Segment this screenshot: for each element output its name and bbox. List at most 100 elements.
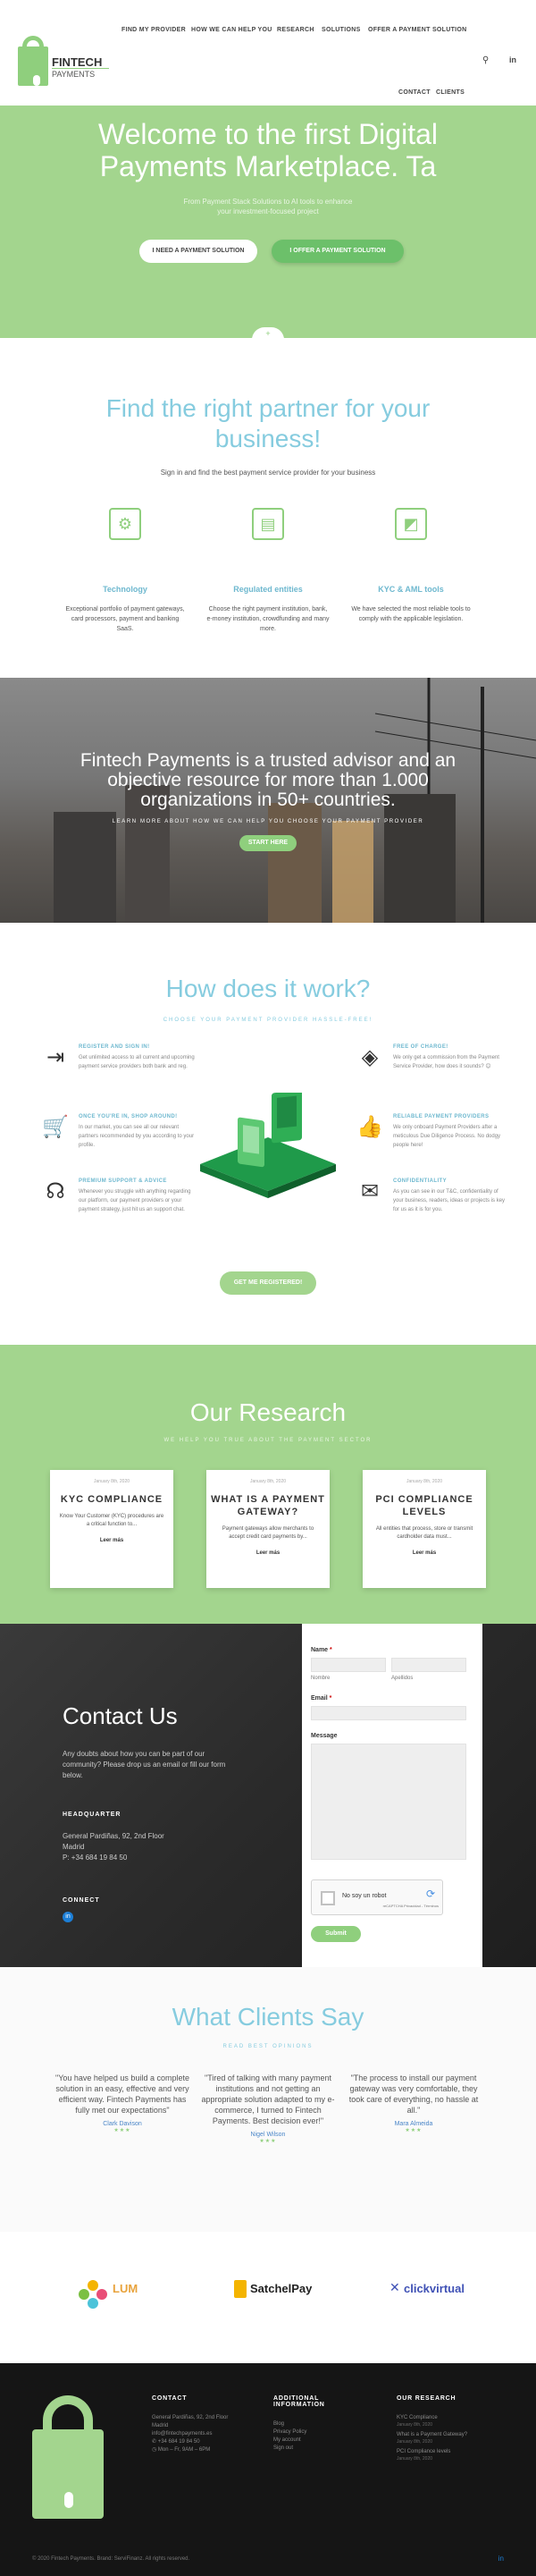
footer-research-link[interactable]: What is a Payment Gateway? bbox=[397, 2431, 495, 2439]
recaptcha-icon: ⟳ bbox=[425, 1888, 435, 1900]
card-title[interactable]: PCI COMPLIANCE LEVELS bbox=[363, 1493, 486, 1518]
kyc-aml-icon: ◩ bbox=[395, 508, 427, 540]
footer-link-blog[interactable]: Blog bbox=[273, 2420, 372, 2428]
read-more-link[interactable]: Leer más bbox=[363, 1550, 486, 1556]
rating-stars: ★★★ bbox=[405, 2128, 423, 2133]
email-label: Email * bbox=[311, 1695, 332, 1702]
recaptcha-brand: reCAPTCHA Privacidad - Términos bbox=[382, 1904, 439, 1908]
card-date: January 8th, 2020 bbox=[93, 1479, 130, 1484]
step-title: ONCE YOU'RE IN, SHOP AROUND! bbox=[79, 1114, 178, 1119]
first-name-input[interactable] bbox=[311, 1658, 386, 1672]
recaptcha-widget: No soy un robot ⟳ reCAPTCHA Privacidad -… bbox=[311, 1879, 443, 1915]
research-card-gateway[interactable]: January 8th, 2020 WHAT IS A PAYMENT GATE… bbox=[206, 1470, 330, 1588]
offer-payment-solution-button[interactable]: I OFFER A PAYMENT SOLUTION bbox=[272, 240, 404, 263]
step-title: REGISTER AND SIGN IN! bbox=[79, 1044, 150, 1050]
feature-title: KYC & AML tools bbox=[378, 585, 444, 594]
free-tag-icon: ◈ bbox=[361, 1045, 379, 1069]
footer-link-privacy[interactable]: Privacy Policy bbox=[273, 2428, 372, 2437]
research-subtitle: WE HELP YOU TRUE ABOUT THE PAYMENT SECTO… bbox=[163, 1438, 373, 1443]
feature-text: Exceptional portfolio of payment gateway… bbox=[65, 606, 185, 632]
testimonial-author: Nigel Wilson bbox=[250, 2132, 286, 2138]
nav-offer-solution[interactable]: OFFER A PAYMENT SOLUTION bbox=[368, 27, 467, 33]
contact-title: Contact Us bbox=[63, 1702, 178, 1729]
nav-how-we-help[interactable]: HOW WE CAN HELP YOU bbox=[191, 27, 272, 33]
regulated-entities-icon: ▤ bbox=[252, 508, 284, 540]
feature-regulated: ▤ Regulated entities Choose the right pa… bbox=[205, 508, 331, 634]
how-title: How does it work? bbox=[165, 975, 371, 1002]
connect-label: CONNECT bbox=[63, 1897, 100, 1904]
footer-heading: ADDITIONAL INFORMATION bbox=[273, 2395, 325, 2408]
last-name-input[interactable] bbox=[391, 1658, 466, 1672]
step-title: FREE OF CHARGE! bbox=[393, 1044, 448, 1050]
copyright: © 2020 Fintech Payments. Brand: ServiFin… bbox=[32, 2556, 190, 2562]
nav-solutions[interactable]: SOLUTIONS bbox=[322, 27, 361, 33]
rating-stars: ★★★ bbox=[113, 2128, 131, 2133]
footer-linkedin-icon[interactable]: in bbox=[498, 2555, 504, 2563]
research-card-pci[interactable]: January 8th, 2020 PCI COMPLIANCE LEVELS … bbox=[363, 1470, 486, 1588]
footer-address: General Pardiñas, 92, 2nd Floor bbox=[152, 2415, 229, 2420]
search-icon[interactable]: ⚲ bbox=[482, 55, 489, 65]
footer-research-link[interactable]: PCI Compliance levels bbox=[397, 2448, 495, 2456]
recaptcha-checkbox[interactable] bbox=[321, 1891, 335, 1905]
partner-logo-lum: LUM bbox=[113, 2282, 138, 2295]
feature-title: Technology bbox=[103, 585, 147, 594]
name-label: Name * bbox=[311, 1647, 332, 1653]
card-excerpt: Know Your Customer (KYC) procedures are … bbox=[59, 1514, 164, 1527]
testimonial: "The process to install our payment gate… bbox=[347, 2073, 481, 2133]
testimonial: "Tired of talking with many payment inst… bbox=[201, 2073, 335, 2144]
nav-research[interactable]: RESEARCH bbox=[277, 27, 314, 33]
testimonial-text: "You have helped us build a complete sol… bbox=[55, 2073, 189, 2115]
logo[interactable]: FINTECH PAYMENTS bbox=[14, 36, 129, 89]
footer-research: OUR RESEARCH KYC Compliance January 8th,… bbox=[397, 2395, 495, 2465]
scroll-down-icon[interactable]: + bbox=[252, 327, 284, 340]
footer-info: ADDITIONAL INFORMATION Blog Privacy Poli… bbox=[273, 2395, 372, 2453]
linkedin-icon[interactable]: in bbox=[509, 55, 516, 64]
step-title: RELIABLE PAYMENT PROVIDERS bbox=[393, 1114, 490, 1119]
address-line: General Pardiñas, 92, 2nd Floor bbox=[63, 1832, 164, 1840]
site-header: FINTECH PAYMENTS FIND MY PROVIDER HOW WE… bbox=[0, 0, 536, 106]
login-icon: ⇥ bbox=[46, 1045, 65, 1069]
footer-contact: CONTACT General Pardiñas, 92, 2nd Floor … bbox=[152, 2395, 250, 2454]
footer-email[interactable]: info@fintechpayments.es bbox=[152, 2430, 250, 2438]
feature-title: Regulated entities bbox=[233, 585, 303, 594]
contact-form: Name * Nombre Apellidos Email * Message … bbox=[302, 1624, 482, 1967]
footer-phone: ✆ +34 684 19 84 50 bbox=[152, 2439, 200, 2445]
read-more-link[interactable]: Leer más bbox=[206, 1550, 330, 1556]
footer-link-signout[interactable]: Sign out bbox=[273, 2445, 372, 2453]
need-payment-solution-button[interactable]: I NEED A PAYMENT SOLUTION bbox=[139, 240, 257, 263]
clients-title: What Clients Say bbox=[172, 2003, 364, 2031]
card-title[interactable]: WHAT IS A PAYMENT GATEWAY? bbox=[206, 1493, 330, 1518]
hero-subtitle: From Payment Stack Solutions to AI tools… bbox=[183, 198, 353, 215]
rating-stars: ★★★ bbox=[259, 2139, 277, 2144]
footer-city: Madrid bbox=[152, 2423, 169, 2428]
partner-title: Find the right partner for your business… bbox=[105, 394, 431, 452]
thumbs-up-icon: 👍 bbox=[356, 1115, 383, 1139]
nav-find-provider[interactable]: FIND MY PROVIDER bbox=[121, 27, 186, 33]
card-title[interactable]: KYC COMPLIANCE bbox=[50, 1493, 173, 1506]
nav-clients[interactable]: CLIENTS bbox=[436, 89, 465, 96]
footer-link-account[interactable]: My account bbox=[273, 2437, 372, 2445]
submit-button[interactable]: Submit bbox=[311, 1926, 361, 1942]
footer-lock-icon bbox=[32, 2395, 104, 2519]
linkedin-icon[interactable]: in bbox=[63, 1912, 73, 1922]
step-text: Whenever you struggle with anything rega… bbox=[79, 1189, 191, 1212]
logo-divider bbox=[52, 68, 109, 69]
testimonial-author: Clark Davison bbox=[103, 2121, 142, 2127]
step-confidentiality: ✉ CONFIDENTIALITY As you can see in our … bbox=[361, 1178, 509, 1214]
start-here-button[interactable]: START HERE bbox=[239, 835, 297, 851]
footer-research-date: January 8th, 2020 bbox=[397, 2456, 433, 2462]
testimonial-author: Mara Almeida bbox=[394, 2121, 433, 2127]
get-registered-button[interactable]: GET ME REGISTERED! bbox=[220, 1271, 316, 1295]
trusted-title: Fintech Payments is a trusted advisor an… bbox=[80, 750, 456, 810]
message-textarea[interactable] bbox=[311, 1744, 466, 1860]
email-input[interactable] bbox=[311, 1706, 466, 1720]
footer-heading: OUR RESEARCH bbox=[397, 2395, 456, 2402]
hero-title: Welcome to the first Digital Payments Ma… bbox=[98, 118, 438, 182]
read-more-link[interactable]: Leer más bbox=[50, 1538, 173, 1543]
footer-research-link[interactable]: KYC Compliance bbox=[397, 2414, 495, 2422]
research-card-kyc[interactable]: January 8th, 2020 KYC COMPLIANCE Know Yo… bbox=[50, 1470, 173, 1588]
lock-icon bbox=[18, 46, 48, 86]
feature-text: We have selected the most reliable tools… bbox=[351, 606, 471, 622]
research-title: Our Research bbox=[189, 1398, 347, 1426]
nav-contact[interactable]: CONTACT bbox=[398, 89, 431, 96]
